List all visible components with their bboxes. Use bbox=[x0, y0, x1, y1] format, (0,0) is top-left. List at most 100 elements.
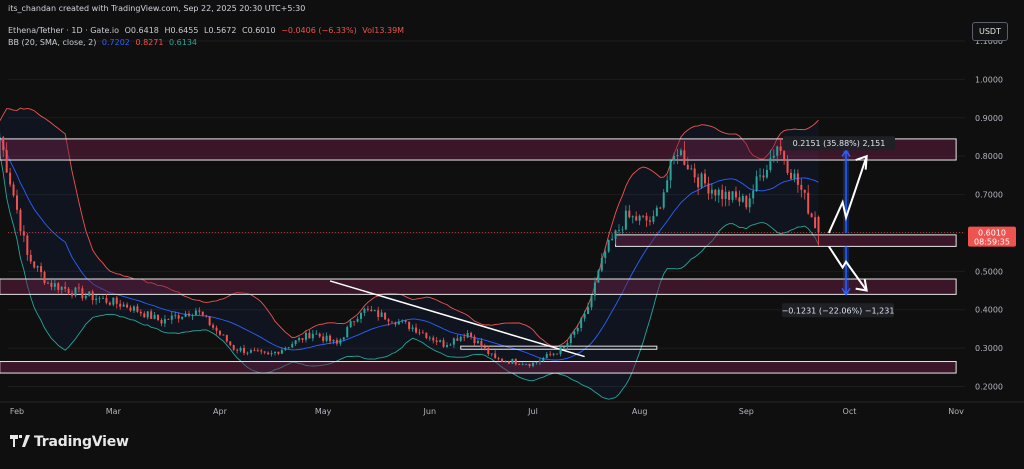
candle-body bbox=[535, 362, 538, 363]
candle-body bbox=[64, 286, 67, 289]
candle-body bbox=[655, 207, 658, 216]
candle-body bbox=[466, 332, 469, 338]
candle-body bbox=[521, 364, 524, 366]
last-price-value: 0.6010 bbox=[978, 229, 1006, 238]
candle-body bbox=[501, 359, 504, 362]
candle-body bbox=[679, 150, 682, 156]
bb-upper-value: 0.8271 bbox=[135, 38, 164, 47]
candle-body bbox=[724, 191, 727, 199]
symbol-name[interactable]: Ethena/Tether · 1D · Gate.io bbox=[8, 26, 119, 35]
candle-body bbox=[287, 347, 290, 348]
candle-body bbox=[710, 189, 713, 194]
candle-body bbox=[549, 354, 552, 355]
candle-body bbox=[800, 184, 803, 190]
candle-body bbox=[177, 315, 180, 319]
candle-body bbox=[353, 321, 356, 323]
candle-body bbox=[50, 282, 53, 287]
x-tick-label: Jul bbox=[527, 407, 538, 416]
candle-body bbox=[559, 347, 562, 355]
candle-body bbox=[652, 215, 655, 222]
y-tick-label: 0.4000 bbox=[975, 306, 1003, 315]
candle-body bbox=[669, 160, 672, 181]
candle-body bbox=[33, 261, 36, 268]
candle-body bbox=[253, 350, 256, 351]
candle-body bbox=[745, 195, 748, 208]
candle-countdown: 08:59:35 bbox=[974, 238, 1010, 247]
candle-body bbox=[208, 316, 211, 326]
candle-body bbox=[57, 283, 60, 290]
price-chart[interactable]: 1.10001.00000.90000.80000.70000.60000.50… bbox=[0, 0, 1024, 465]
candle-body bbox=[762, 175, 765, 178]
x-tick-label: Oct bbox=[843, 407, 857, 416]
candle-body bbox=[339, 339, 342, 344]
candle-body bbox=[769, 157, 772, 170]
candle-body bbox=[614, 230, 617, 239]
brand-name: TradingView bbox=[34, 434, 129, 450]
candle-body bbox=[246, 352, 249, 354]
candle-body bbox=[308, 332, 311, 339]
candle-body bbox=[449, 344, 452, 346]
candle-body bbox=[267, 352, 270, 355]
y-tick-label: 1.0000 bbox=[975, 75, 1003, 84]
candle-body bbox=[74, 287, 77, 296]
tradingview-logo-icon bbox=[10, 435, 30, 447]
candle-body bbox=[153, 314, 156, 319]
candle-body bbox=[256, 350, 259, 352]
candle-body bbox=[274, 351, 276, 354]
candle-body bbox=[249, 350, 252, 353]
candle-body bbox=[122, 304, 125, 307]
candle-body bbox=[439, 340, 442, 342]
candle-body bbox=[621, 229, 624, 231]
candle-body bbox=[686, 164, 689, 170]
candle-body bbox=[576, 327, 579, 332]
candle-body bbox=[659, 207, 662, 209]
candle-body bbox=[717, 189, 720, 196]
candle-body bbox=[232, 345, 235, 350]
candle-body bbox=[139, 311, 142, 314]
candle-body bbox=[741, 195, 744, 202]
candle-body bbox=[370, 309, 373, 312]
candle-body bbox=[587, 307, 590, 315]
candle-body bbox=[291, 344, 294, 348]
candle-body bbox=[803, 189, 806, 193]
change-value: −0.0406 (−6.33%) bbox=[281, 26, 357, 35]
candle-body bbox=[528, 363, 531, 366]
x-tick-label: Aug bbox=[632, 407, 648, 416]
candle-body bbox=[363, 308, 366, 313]
candle-body bbox=[404, 320, 407, 322]
candle-body bbox=[218, 330, 221, 335]
y-tick-label: 0.8000 bbox=[975, 152, 1003, 161]
candle-body bbox=[335, 339, 338, 344]
candle-body bbox=[205, 315, 208, 317]
candle-body bbox=[143, 313, 146, 318]
candle-body bbox=[765, 169, 768, 178]
candle-body bbox=[81, 288, 84, 299]
x-tick-label: Sep bbox=[739, 407, 754, 416]
candle-body bbox=[628, 210, 631, 218]
candle-body bbox=[470, 332, 473, 337]
candle-body bbox=[452, 338, 455, 345]
candle-body bbox=[411, 327, 414, 329]
currency-selector[interactable]: USDT bbox=[972, 22, 1008, 41]
candle-body bbox=[60, 286, 63, 290]
candle-body bbox=[315, 333, 318, 335]
bb-legend[interactable]: BB (20, SMA, close, 2) 0.7202 0.8271 0.6… bbox=[8, 38, 200, 47]
candle-body bbox=[738, 197, 741, 202]
candle-body bbox=[280, 349, 283, 354]
candle-body bbox=[184, 313, 187, 317]
candle-body bbox=[222, 334, 225, 336]
candle-body bbox=[16, 195, 18, 210]
candle-body bbox=[198, 310, 201, 312]
candle-body bbox=[545, 354, 548, 359]
candle-body bbox=[525, 363, 528, 365]
candle-body bbox=[624, 210, 627, 230]
candle-body bbox=[759, 175, 762, 177]
candle-body bbox=[394, 322, 397, 325]
x-tick-label: Nov bbox=[948, 407, 964, 416]
candle-body bbox=[22, 231, 25, 236]
candle-body bbox=[511, 359, 514, 364]
high-value: H0.6455 bbox=[164, 26, 199, 35]
candle-body bbox=[494, 353, 497, 359]
candle-body bbox=[600, 258, 603, 271]
x-tick-label: May bbox=[315, 407, 332, 416]
